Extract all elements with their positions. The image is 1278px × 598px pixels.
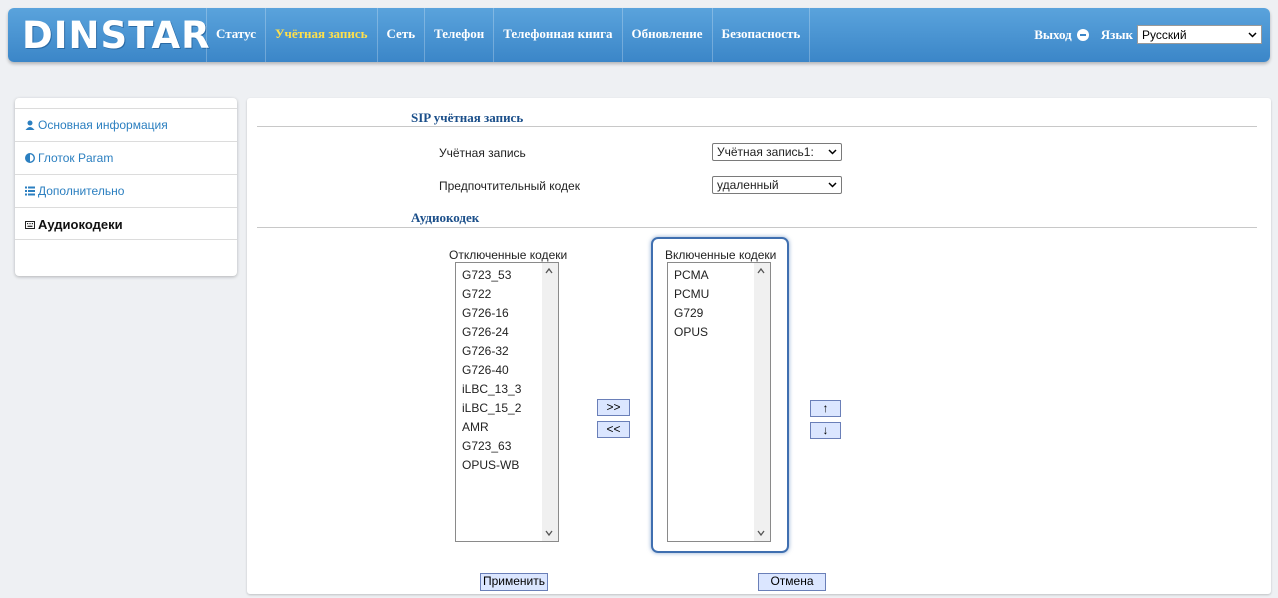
move-right-button[interactable]: >> [597,399,630,416]
move-up-button[interactable]: ↑ [810,400,841,417]
sip-section-title: SIP учётная запись [411,110,524,125]
apply-button[interactable]: Применить [480,573,548,591]
audio-section-title: Аудиокодек [411,210,480,225]
disabled-codecs-caption: Отключенные кодеки [449,248,568,262]
nav-phone[interactable]: Телефон [424,8,493,62]
language-label: Язык [1100,26,1133,42]
scrollbar[interactable] [542,263,558,541]
disabled-codecs-list[interactable]: G723_53 G722 G726-16 G726-24 G726-32 G726-40 i… [455,262,559,542]
scroll-up-icon[interactable] [545,267,553,275]
move-left-button[interactable]: << [597,421,630,438]
sidebar-item-audio-codecs[interactable]: Аудиокодеки [15,207,237,240]
chevron-down-icon [828,149,837,155]
nav-status[interactable]: Статус [206,8,265,62]
scroll-down-icon[interactable] [545,529,553,537]
sidebar-item-label: Аудиокодеки [38,217,123,232]
account-select[interactable]: Учётная запись1: [712,143,842,161]
keyboard-icon [25,221,35,229]
logout-link[interactable]: Выход [1034,27,1072,43]
half-circle-icon [25,153,35,163]
preferred-codec-value: удаленный [717,178,779,192]
account-label: Учётная запись [439,146,526,160]
scroll-up-icon[interactable] [757,267,765,275]
sidebar-item-advanced[interactable]: Дополнительно [15,174,237,207]
nav-account[interactable]: Учётная запись [265,8,376,62]
list-icon [25,186,35,196]
top-bar: DINSTAR Статус Учётная запись Сеть Телеф… [8,8,1270,62]
nav-security[interactable]: Безопасность [711,8,811,62]
sidebar-item-label: Дополнительно [38,184,125,198]
chevron-down-icon [1248,31,1257,38]
nav-phonebook[interactable]: Телефонная книга [493,8,621,62]
scroll-down-icon[interactable] [757,529,765,537]
cancel-button[interactable]: Отмена [758,573,826,591]
sidebar-item-label: Глоток Param [38,151,114,165]
language-value: Русский [1142,27,1187,42]
sidebar-item-basic-info[interactable]: Основная информация [15,108,237,141]
divider [257,227,1257,228]
enabled-codecs-list[interactable]: PCMA PCMU G729 OPUS [667,262,771,542]
preferred-codec-label: Предпочтительный кодек [439,179,580,193]
preferred-codec-select[interactable]: удаленный [712,176,842,194]
account-select-value: Учётная запись1: [717,145,814,159]
main-panel: SIP учётная запись Учётная запись Учётна… [247,98,1271,594]
main-nav: Статус Учётная запись Сеть Телефон Телеф… [206,8,811,62]
divider [257,126,1257,127]
chevron-down-icon [828,182,837,188]
header-actions: Выход Язык Русский [1034,25,1262,44]
sidebar-item-sip-param[interactable]: Глоток Param [15,141,237,174]
user-icon [25,120,35,130]
enabled-codecs-caption: Включенные кодеки [665,248,777,262]
scrollbar[interactable] [754,263,770,541]
logout-icon[interactable] [1076,28,1089,41]
move-down-button[interactable]: ↓ [810,422,841,439]
nav-network[interactable]: Сеть [376,8,425,62]
sidebar-item-label: Основная информация [38,118,168,132]
sidebar: Основная информация Глоток Param Дополни… [15,98,237,276]
language-select[interactable]: Русский [1137,25,1262,44]
nav-update[interactable]: Обновление [621,8,712,62]
dinstar-logo: DINSTAR [22,14,211,57]
